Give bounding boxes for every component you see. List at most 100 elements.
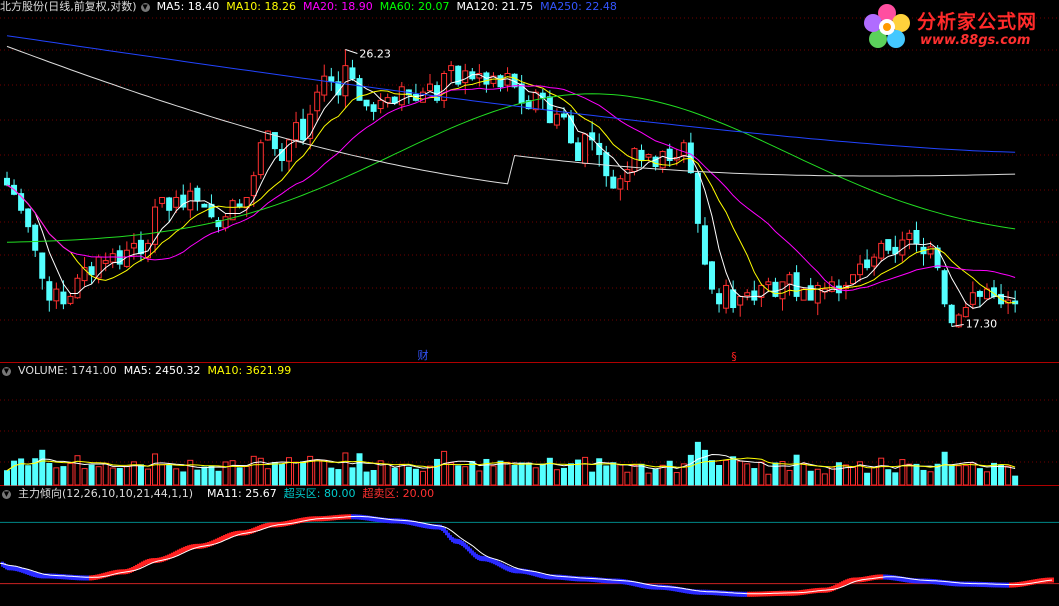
flower-logo-icon — [864, 4, 910, 48]
candle-body — [462, 70, 469, 84]
volume-bar — [116, 467, 123, 486]
event-marker[interactable]: § — [731, 350, 737, 363]
candle-body — [582, 133, 589, 165]
volume-bar — [885, 469, 892, 486]
candle-body — [786, 274, 793, 285]
volume-bar — [828, 466, 835, 486]
candle-body — [109, 253, 116, 263]
volume-bar — [201, 466, 208, 486]
volume-settings-icon[interactable]: ▼ — [2, 367, 11, 376]
volume-bar — [504, 461, 511, 486]
volume-bar — [271, 462, 278, 486]
candle-body — [74, 277, 81, 299]
volume-bar — [807, 470, 814, 486]
volume-bar — [166, 464, 173, 486]
volume-bar — [490, 465, 497, 486]
volume-bar — [236, 467, 243, 486]
volume-bar — [145, 468, 151, 486]
volume-bar — [123, 465, 130, 486]
volume-bar — [229, 460, 236, 486]
volume-bar — [899, 459, 906, 486]
candle-body — [913, 229, 920, 244]
volume-bar — [546, 457, 553, 486]
candle-body — [159, 196, 166, 204]
candle-body — [701, 225, 708, 265]
site-logo[interactable]: 分析家公式网 www.88gs.com — [860, 2, 1059, 52]
candle-body — [427, 83, 433, 92]
ma250-line — [6, 35, 1016, 153]
volume-bar — [434, 458, 441, 486]
candle-body — [201, 203, 208, 208]
candle-body — [173, 196, 180, 208]
volume-bar — [976, 468, 983, 486]
volume-bar — [962, 465, 969, 486]
volume-bar — [969, 462, 976, 486]
volume-bar — [349, 467, 356, 486]
ma5-value: MA5: 18.40 — [156, 0, 220, 13]
volume-ma10-line — [6, 457, 1016, 472]
volume-bar — [356, 453, 363, 486]
candle-body — [32, 224, 39, 251]
candle-body — [321, 75, 328, 96]
volume-ma5-line — [6, 453, 1016, 472]
volume-bar — [109, 467, 116, 486]
volume-bar — [948, 464, 955, 486]
indicator-panel-settings-icon[interactable]: ▼ — [2, 490, 11, 499]
volume-bar — [737, 460, 744, 486]
volume-bar — [469, 460, 476, 486]
candle-body — [328, 76, 335, 82]
candle-body — [765, 281, 772, 286]
volume-bar — [398, 463, 405, 486]
volume-bar — [335, 469, 342, 486]
volume-ma5-value: MA5: 2450.32 — [123, 364, 201, 377]
candle-body — [229, 200, 236, 221]
financial-report-marker[interactable]: 财 — [418, 348, 429, 362]
volume-bar — [631, 464, 638, 486]
volume-ma10-value: MA10: 3621.99 — [207, 364, 292, 377]
candle-body — [25, 208, 32, 228]
volume-bar — [67, 463, 74, 486]
volume-bar — [751, 468, 758, 486]
indicator-ma11-value: MA11: 25.67 — [207, 487, 277, 500]
volume-bar — [941, 451, 948, 486]
volume-bar — [173, 468, 180, 486]
candle-body — [751, 290, 758, 301]
volume-bar — [328, 467, 335, 486]
candle-body — [976, 291, 983, 297]
candle-body — [906, 232, 913, 240]
volume-bar — [800, 463, 807, 486]
stock-chart[interactable]: 26.23 17.30 财 § — [0, 0, 1059, 606]
candle-body — [60, 291, 67, 305]
volume-bar — [102, 462, 109, 486]
volume-bar — [74, 455, 81, 486]
volume-bar — [215, 470, 222, 486]
volume-bar — [906, 463, 913, 486]
high-pointer — [345, 48, 358, 54]
indicator-settings-icon[interactable]: ▼ — [140, 3, 150, 12]
candle-body — [4, 177, 10, 186]
candle-body — [694, 172, 701, 224]
volume-bar — [920, 469, 927, 486]
volume-bar — [370, 470, 377, 486]
volume-bar — [18, 458, 25, 486]
candle-body — [575, 142, 582, 161]
indicator-legend: ▼ 主力倾向(12,26,10,10,21,44,1,1) MA11: 25.67 超… — [0, 487, 441, 501]
candle-body — [553, 113, 560, 126]
main-chart-legend: 北方股份(日线,前复权,对数) ▼ MA5: 18.40 MA10: 18.26 MA2… — [0, 0, 624, 14]
logo-chinese-text: 分析家公式网 — [917, 11, 1038, 33]
high-label: 26.23 — [359, 47, 391, 60]
candle-body — [250, 175, 257, 197]
candle-body — [645, 154, 652, 158]
volume-bar — [532, 467, 539, 486]
volume-bar — [744, 463, 751, 486]
volume-bar — [871, 466, 878, 486]
volume-bar — [405, 466, 412, 486]
candle-body — [208, 203, 215, 218]
candle-body — [560, 113, 567, 118]
volume-bar — [709, 460, 715, 486]
volume-bar — [476, 470, 483, 486]
volume-bar — [278, 463, 285, 486]
volume-bar — [758, 461, 765, 486]
volume-bar — [666, 460, 673, 486]
volume-bar — [391, 467, 398, 486]
